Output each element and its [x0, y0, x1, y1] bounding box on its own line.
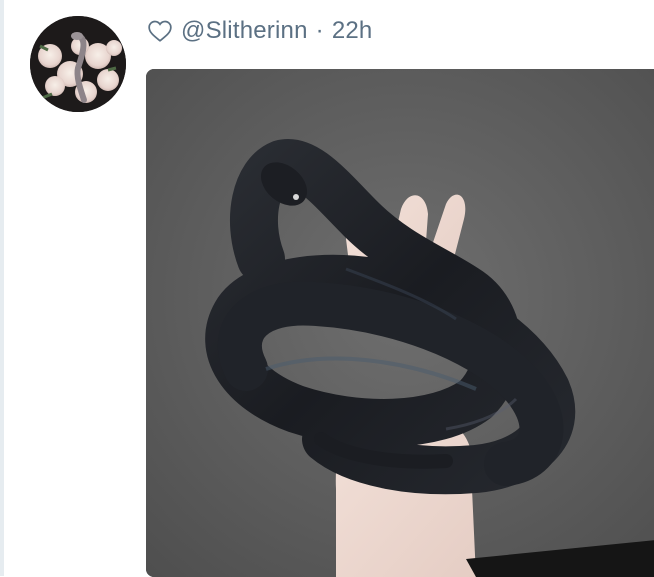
meta-separator: ·	[315, 17, 324, 44]
post-image[interactable]	[146, 69, 654, 577]
user-handle[interactable]: @Slitherinn	[181, 17, 308, 45]
post-timestamp[interactable]: 22h	[332, 17, 373, 45]
timeline-rail	[0, 0, 4, 576]
avatar[interactable]	[30, 16, 126, 112]
post-header: @Slitherinn · 22h	[147, 14, 372, 48]
heart-outline-icon[interactable]	[147, 18, 173, 44]
